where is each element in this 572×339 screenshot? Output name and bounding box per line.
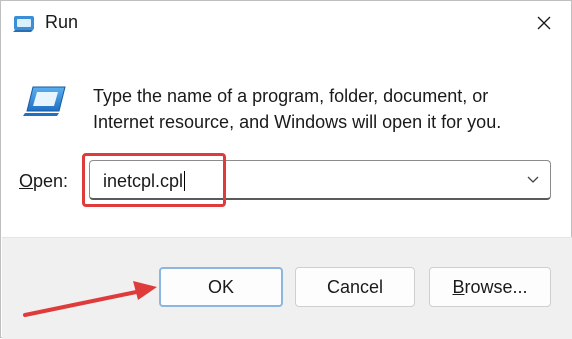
chevron-down-icon[interactable] [525, 171, 541, 187]
browse-button[interactable]: Browse... [429, 267, 551, 307]
open-label: Open: [19, 171, 68, 192]
description-line-2: Internet resource, and Windows will open… [93, 112, 502, 132]
run-dialog: Run Type the name of a program, folder, … [0, 0, 572, 339]
run-icon-large [23, 85, 67, 117]
close-button[interactable] [527, 7, 561, 39]
close-icon [537, 16, 551, 30]
run-icon [13, 13, 35, 33]
cancel-button[interactable]: Cancel [295, 267, 415, 307]
annotation-highlight-box [82, 153, 226, 207]
title-bar[interactable]: Run [1, 1, 571, 45]
description-line-1: Type the name of a program, folder, docu… [93, 86, 489, 106]
browse-accelerator: B [452, 276, 465, 297]
open-label-accelerator: O [19, 171, 34, 191]
open-label-text: pen: [33, 171, 69, 191]
description-text: Type the name of a program, folder, docu… [93, 83, 533, 135]
browse-label: rowse... [464, 276, 528, 297]
ok-button[interactable]: OK [159, 267, 283, 307]
window-title: Run [45, 12, 79, 32]
